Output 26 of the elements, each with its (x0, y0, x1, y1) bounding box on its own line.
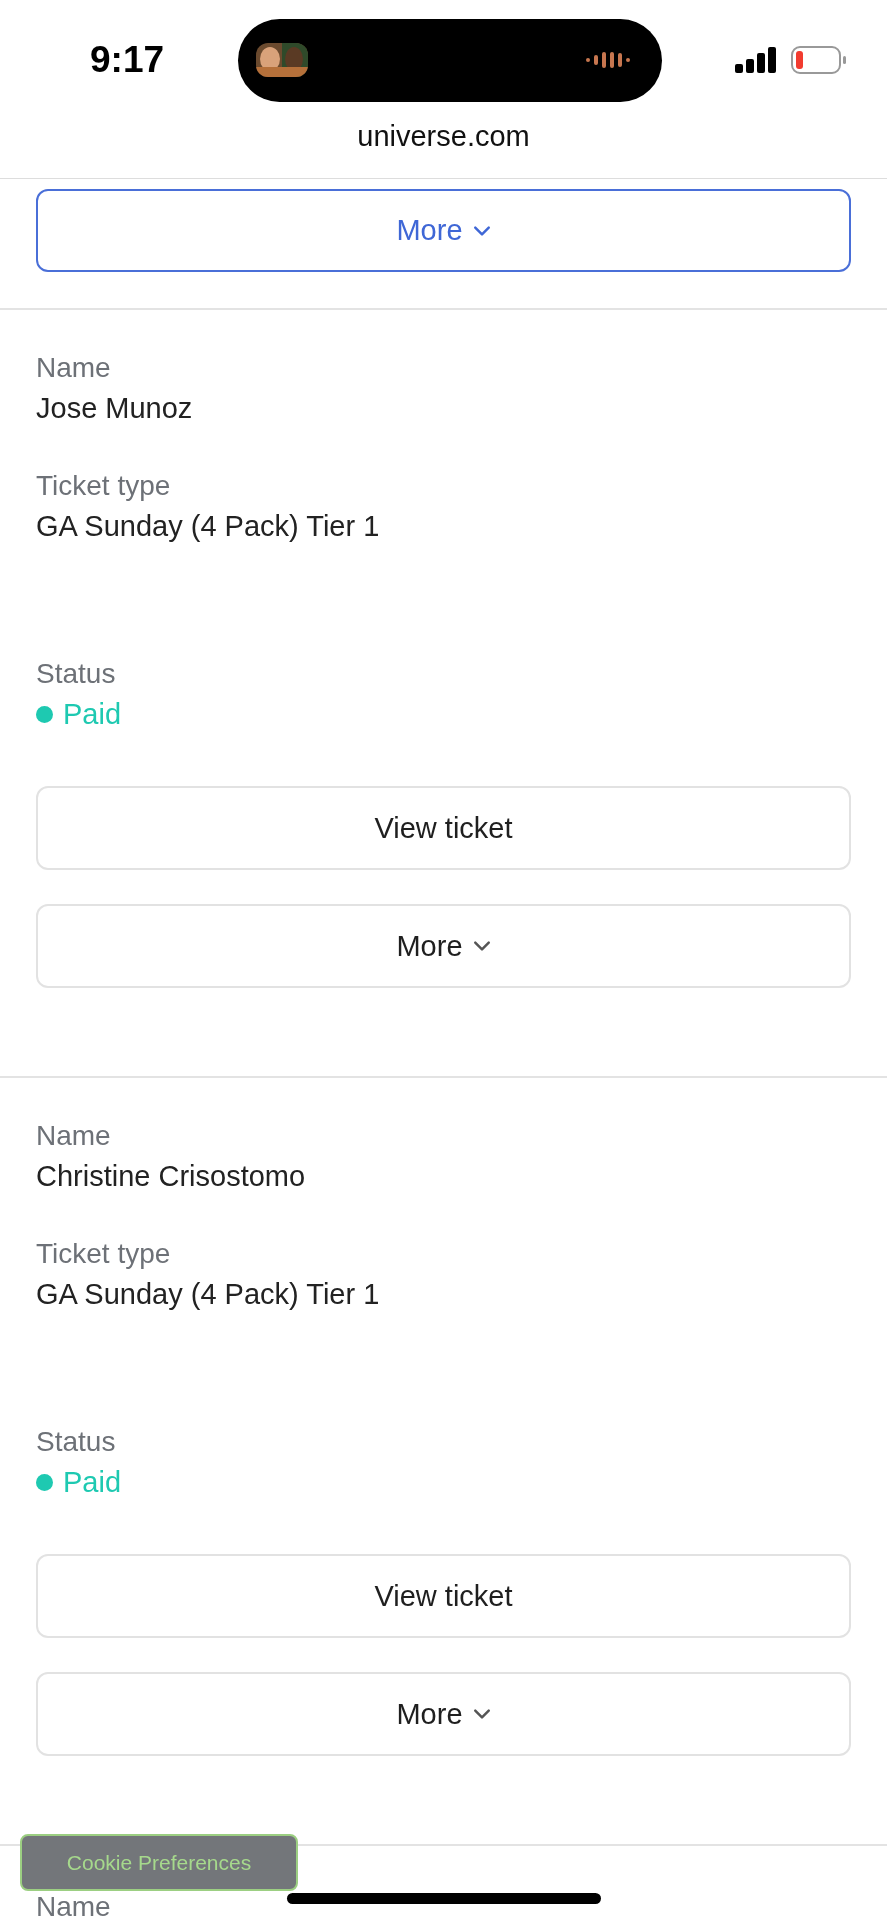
attendee-name: Christine Crisostomo (36, 1159, 307, 1194)
field-label: Status (36, 657, 117, 691)
more-button[interactable]: More (36, 904, 851, 988)
status-text: Paid (63, 1465, 122, 1500)
field-label: Ticket type (36, 469, 172, 503)
status-text: Paid (63, 697, 122, 732)
chevron-down-icon (472, 1708, 491, 1720)
field-label: Name (36, 1119, 112, 1153)
field-label: Name (36, 1893, 111, 1920)
field-label: Status (36, 1425, 117, 1459)
url-text[interactable]: universe.com (357, 120, 530, 153)
signal-icon (735, 47, 777, 73)
waveform-icon (585, 49, 632, 71)
chevron-down-icon (472, 940, 491, 952)
attendee-name: Jose Munoz (36, 391, 194, 426)
field-label: Ticket type (36, 1237, 172, 1271)
status-time: 9:17 (90, 39, 165, 81)
ticket-type: GA Sunday (4 Pack) Tier 1 (36, 1277, 381, 1312)
battery-icon (791, 46, 847, 74)
more-button[interactable]: More (36, 1672, 851, 1756)
view-ticket-button[interactable]: View ticket (36, 786, 851, 870)
chevron-down-icon (472, 224, 491, 237)
more-button[interactable]: More (36, 189, 851, 272)
field-label: Name (36, 351, 112, 385)
ticket-type: GA Sunday (4 Pack) Tier 1 (36, 509, 381, 544)
view-ticket-button[interactable]: View ticket (36, 1554, 851, 1638)
